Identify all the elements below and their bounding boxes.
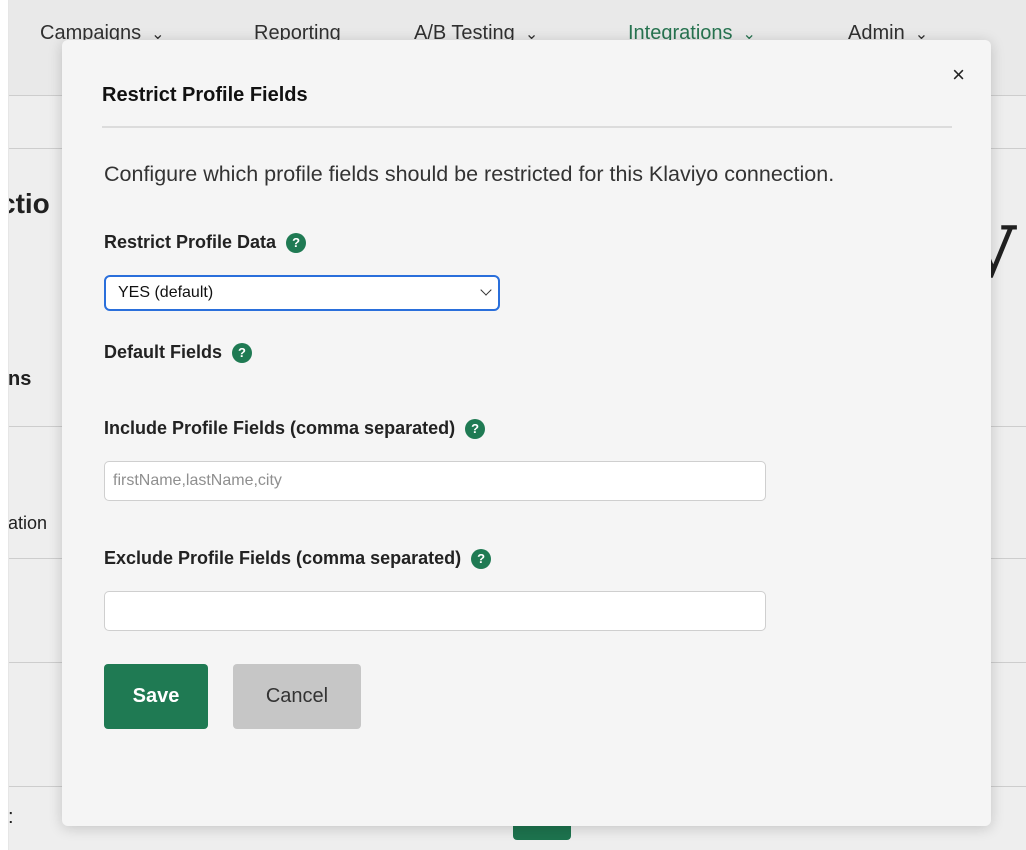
chevron-down-icon bbox=[480, 284, 492, 296]
modal-title: Restrict Profile Fields bbox=[102, 84, 308, 106]
help-icon[interactable]: ? bbox=[465, 418, 486, 439]
label-text: Restrict Profile Data bbox=[104, 232, 277, 252]
exclude-profile-fields-label: Exclude Profile Fields (comma separated)… bbox=[104, 548, 492, 569]
label-text: Default Fields bbox=[104, 342, 223, 362]
close-icon[interactable]: × bbox=[952, 64, 965, 86]
save-button[interactable]: Save bbox=[104, 664, 208, 729]
select-value: YES (default) bbox=[118, 284, 214, 301]
restrict-profile-data-label: Restrict Profile Data ? bbox=[104, 232, 307, 253]
window-edge bbox=[0, 0, 9, 850]
help-icon[interactable]: ? bbox=[471, 548, 492, 569]
label-text: Include Profile Fields (comma separated) bbox=[104, 418, 456, 438]
include-profile-fields-input[interactable] bbox=[104, 461, 766, 501]
modal-description: Configure which profile fields should be… bbox=[104, 162, 835, 186]
restrict-profile-fields-modal: Restrict Profile Fields × Configure whic… bbox=[62, 40, 991, 826]
label-text: Exclude Profile Fields (comma separated) bbox=[104, 548, 462, 568]
cancel-button[interactable]: Cancel bbox=[233, 664, 361, 729]
restrict-profile-data-select[interactable]: YES (default) bbox=[104, 275, 500, 311]
title-divider bbox=[102, 126, 952, 128]
include-profile-fields-label: Include Profile Fields (comma separated)… bbox=[104, 418, 486, 439]
help-icon[interactable]: ? bbox=[232, 342, 253, 363]
exclude-profile-fields-input[interactable] bbox=[104, 591, 766, 631]
default-fields-label: Default Fields ? bbox=[104, 342, 253, 363]
help-icon[interactable]: ? bbox=[286, 232, 307, 253]
